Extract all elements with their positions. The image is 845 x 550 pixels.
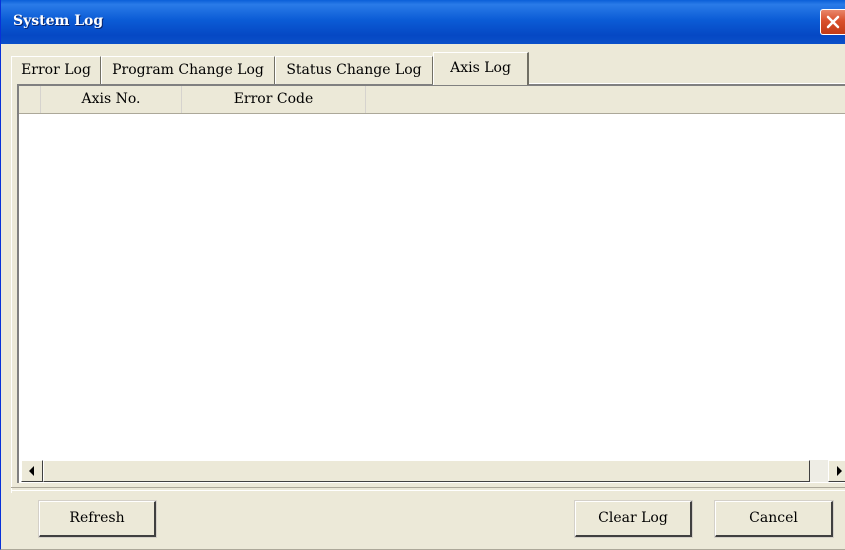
column-header-axis-no[interactable]: Axis No. <box>41 86 182 113</box>
arrow-left-icon <box>29 466 34 476</box>
tab-status-change-log[interactable]: Status Change Log <box>275 56 433 84</box>
scroll-right-button[interactable] <box>828 460 845 482</box>
tab-label: Status Change Log <box>286 62 422 78</box>
close-button[interactable] <box>820 9 845 35</box>
cancel-button[interactable]: Cancel <box>714 500 834 538</box>
clear-log-button[interactable]: Clear Log <box>574 500 693 538</box>
tab-label: Program Change Log <box>112 62 264 78</box>
window-title: System Log <box>13 13 104 29</box>
axis-log-list[interactable]: Axis No. Error Code <box>17 84 845 483</box>
column-header-select[interactable] <box>19 86 41 113</box>
horizontal-scrollbar[interactable] <box>21 460 845 482</box>
arrow-right-icon <box>837 466 842 476</box>
tab-axis-log[interactable]: Axis Log <box>433 52 529 85</box>
tab-label: Error Log <box>21 62 91 78</box>
close-icon <box>826 15 840 29</box>
scroll-left-button[interactable] <box>21 460 43 482</box>
list-header: Axis No. Error Code <box>19 86 845 114</box>
column-header-filler <box>366 86 845 113</box>
divider <box>11 487 845 491</box>
title-bar[interactable]: System Log <box>1 0 845 44</box>
tab-program-change-log[interactable]: Program Change Log <box>101 56 275 84</box>
tab-label: Axis Log <box>450 60 511 76</box>
column-header-error-code[interactable]: Error Code <box>182 86 366 113</box>
system-log-window: System Log Error Log Program Change Log … <box>0 0 845 550</box>
scroll-thumb[interactable] <box>43 460 810 482</box>
refresh-button[interactable]: Refresh <box>38 500 157 538</box>
tab-error-log[interactable]: Error Log <box>11 56 101 84</box>
